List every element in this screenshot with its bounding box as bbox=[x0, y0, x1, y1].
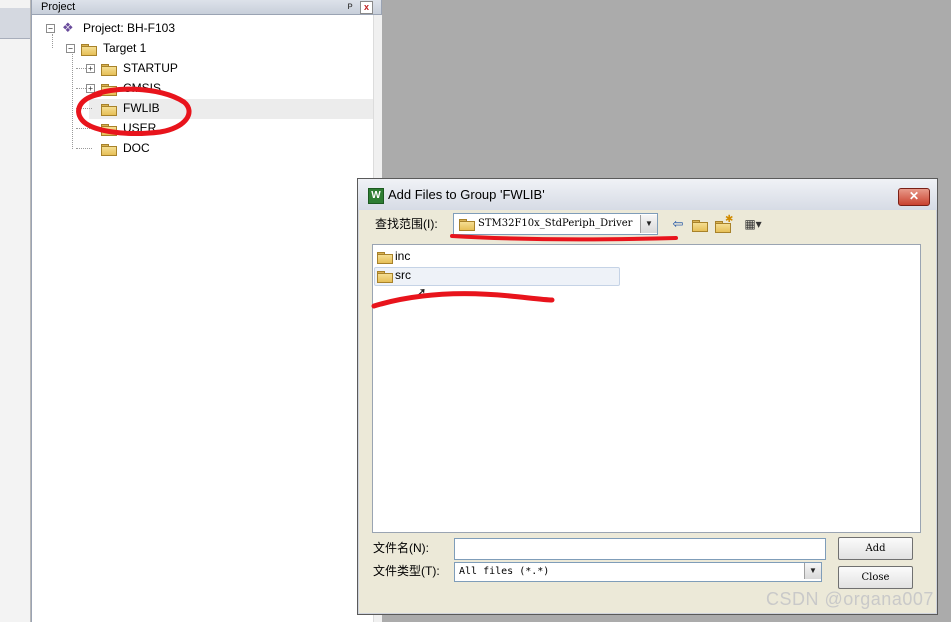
close-button[interactable]: Close bbox=[838, 566, 913, 589]
file-type-value: All files (*.*) bbox=[459, 566, 550, 577]
close-icon[interactable]: ✕ bbox=[898, 188, 930, 206]
add-files-dialog: W Add Files to Group 'FWLIB' ✕ 查找范围(I): … bbox=[357, 178, 938, 615]
expand-icon[interactable]: + bbox=[86, 64, 95, 73]
file-name: inc bbox=[395, 249, 411, 263]
folder-icon bbox=[459, 218, 475, 231]
group-label: USER bbox=[123, 121, 157, 135]
folder-icon bbox=[377, 270, 393, 283]
project-panel: Project ᴘ x − ❖ Project: BH-F103 − Targe… bbox=[31, 0, 382, 622]
target-name: Target 1 bbox=[103, 41, 147, 55]
group-label: DOC bbox=[123, 141, 150, 155]
look-in-value: STM32F10x_StdPeriph_Driver bbox=[478, 218, 633, 229]
folder-icon bbox=[101, 143, 117, 156]
group-label: CMSIS bbox=[123, 81, 162, 95]
expand-icon[interactable]: + bbox=[86, 84, 95, 93]
view-menu-icon[interactable]: ▦▾ bbox=[739, 216, 767, 232]
file-name-label: 文件名(N): bbox=[373, 541, 429, 555]
add-button[interactable]: Add bbox=[838, 537, 913, 560]
watermark-text: CSDN @organa007 bbox=[766, 589, 934, 609]
file-list[interactable]: inc src ➚ bbox=[372, 244, 921, 533]
group-label: STARTUP bbox=[123, 61, 178, 75]
group-label: FWLIB bbox=[123, 101, 160, 115]
project-name: Project: BH-F103 bbox=[83, 21, 176, 35]
file-type-label: 文件类型(T): bbox=[373, 564, 440, 578]
back-icon[interactable]: ⇦ bbox=[670, 216, 686, 232]
new-folder-icon[interactable]: ✱ bbox=[715, 214, 733, 233]
file-name-field[interactable] bbox=[454, 538, 826, 560]
app-icon: W bbox=[368, 188, 384, 204]
folder-icon bbox=[101, 63, 117, 76]
folder-icon bbox=[101, 83, 117, 96]
side-strip-tab[interactable] bbox=[0, 8, 30, 39]
folder-icon bbox=[377, 251, 393, 264]
file-item-src[interactable]: src bbox=[377, 266, 497, 284]
file-item-inc[interactable]: inc bbox=[377, 247, 497, 265]
look-in-label: 查找范围(I): bbox=[375, 217, 438, 231]
project-icon: ❖ bbox=[62, 20, 74, 35]
project-panel-header: Project ᴘ x bbox=[32, 0, 381, 15]
chevron-down-icon[interactable]: ▼ bbox=[804, 563, 821, 579]
dialog-title: Add Files to Group 'FWLIB' bbox=[388, 187, 545, 202]
project-panel-title: Project bbox=[41, 1, 76, 13]
collapse-icon[interactable]: − bbox=[46, 24, 55, 33]
mouse-cursor-icon: ➚ bbox=[415, 284, 427, 300]
panel-close-icon[interactable]: x bbox=[360, 1, 373, 14]
folder-icon bbox=[101, 103, 117, 116]
up-folder-icon[interactable] bbox=[691, 216, 708, 232]
dialog-titlebar[interactable]: W Add Files to Group 'FWLIB' ✕ bbox=[358, 179, 937, 210]
chevron-down-icon[interactable]: ▼ bbox=[640, 215, 657, 233]
side-strip bbox=[0, 0, 31, 622]
collapse-icon[interactable]: − bbox=[66, 44, 75, 53]
file-type-dropdown[interactable]: All files (*.*) ▼ bbox=[454, 562, 822, 582]
look-in-dropdown[interactable]: STM32F10x_StdPeriph_Driver ▼ bbox=[453, 213, 658, 235]
folder-icon bbox=[101, 123, 117, 136]
file-name: src bbox=[395, 268, 411, 282]
target-folder-icon bbox=[81, 43, 97, 56]
project-tree: − ❖ Project: BH-F103 − Target 1 + STARTU… bbox=[32, 15, 373, 622]
pin-icon[interactable]: ᴘ bbox=[344, 1, 356, 13]
